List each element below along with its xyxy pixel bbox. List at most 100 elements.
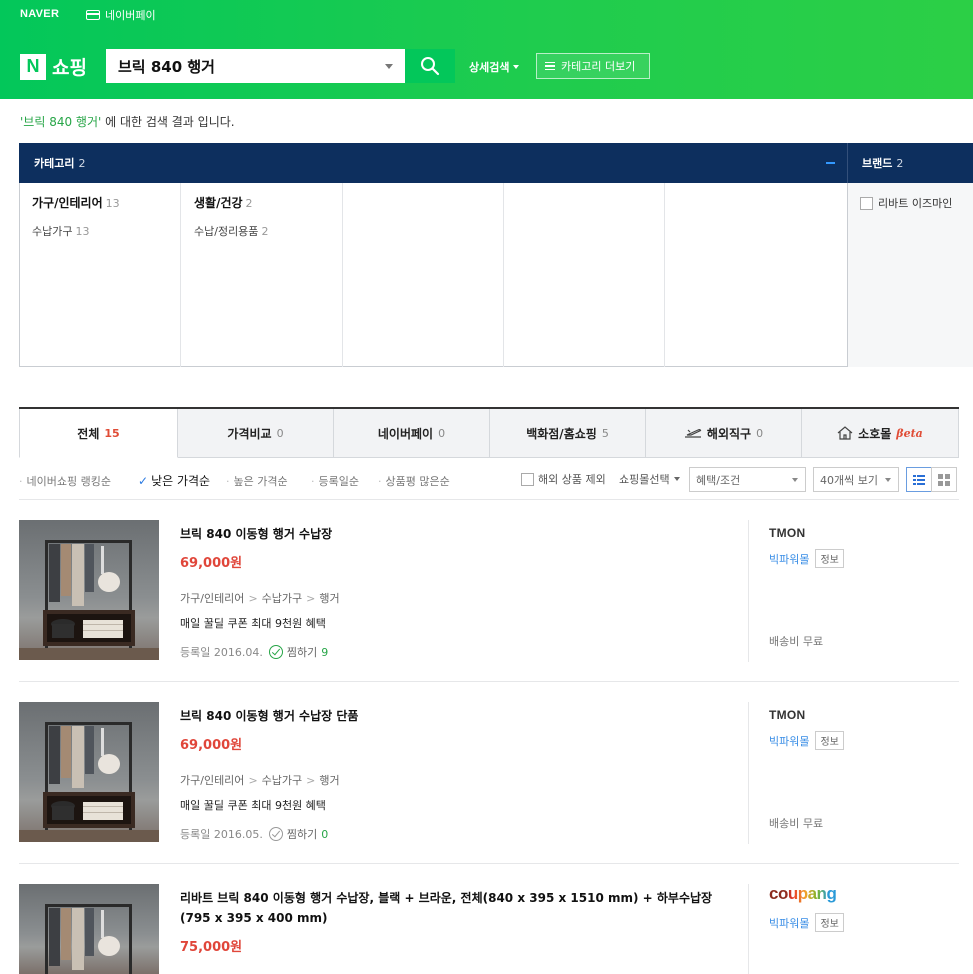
subcategory-link-storage-furniture[interactable]: 수납가구 13 [32, 223, 89, 239]
mall-info-button[interactable]: 정보 [815, 549, 844, 568]
brand-count: 2 [896, 156, 904, 170]
category-crumb[interactable]: 행거 [319, 774, 339, 787]
tab-overseas[interactable]: 해외직구 0 [646, 409, 802, 458]
tab-label: 전체 [77, 426, 100, 441]
category-more-button[interactable]: 카테고리 더보기 [536, 53, 650, 79]
category-column-empty [665, 183, 847, 367]
tab-department-store[interactable]: 백화점/홈쇼핑 5 [490, 409, 646, 458]
brand-checkbox-livart[interactable]: 리바트 이즈마인 [860, 195, 952, 211]
subcategory-count: 13 [75, 225, 90, 238]
tab-naver-pay[interactable]: 네이버페이 0 [334, 409, 490, 458]
mall-name-link[interactable]: 빅파워몰 [769, 733, 809, 749]
category-crumb[interactable]: 가구/인테리어 [180, 774, 244, 787]
wish-count: 9 [321, 645, 329, 659]
result-keyword: '브릭 840 행거' [20, 115, 102, 129]
brand-list: 리바트 이즈마인 [847, 183, 973, 367]
product-title-link[interactable]: 브릭 840 이동형 행거 수납장 단품 [180, 706, 740, 726]
mall-logo-tmon[interactable]: TMON [769, 526, 806, 540]
wish-label: 찜하기 [286, 646, 318, 659]
subcategory-count: 2 [261, 225, 269, 238]
checkbox[interactable] [521, 472, 534, 486]
product-thumbnail[interactable] [19, 884, 159, 974]
detail-search-button[interactable]: 상세검색 [469, 59, 520, 75]
mall-info-button[interactable]: 정보 [815, 913, 844, 932]
category-link-furniture[interactable]: 가구/인테리어 13 [32, 194, 120, 211]
category-link-living[interactable]: 생활/건강 2 [194, 194, 253, 211]
search-result-summary: '브릭 840 행거' 에 대한 검색 결과 입니다. [20, 113, 235, 130]
wish-button[interactable]: 찜하기 0 [268, 826, 329, 842]
mall-select-dropdown[interactable]: 쇼핑몰선택 [619, 471, 680, 487]
mall-name: 빅파워몰 정보 [769, 731, 844, 750]
search-button[interactable] [405, 49, 455, 83]
brand-name: 리바트 이즈마인 [878, 197, 953, 210]
subcategory-link-storage-goods[interactable]: 수납/정리용품 2 [194, 223, 268, 239]
tab-all[interactable]: 전체 15 [19, 409, 178, 458]
sort-ranking[interactable]: · 네이버쇼핑 랭킹순 [19, 473, 111, 489]
subcategory-name: 수납/정리용품 [194, 225, 259, 238]
collapse-icon[interactable] [826, 162, 835, 164]
sort-low-price[interactable]: ✓ 낮은 가격순 [138, 472, 210, 489]
category-count: 2 [78, 156, 86, 170]
tab-price-compare[interactable]: 가격비교 0 [178, 409, 334, 458]
search-icon [421, 57, 440, 76]
mall-name: 빅파워몰 정보 [769, 913, 844, 932]
chevron-down-icon [513, 65, 520, 69]
shipping-info: 배송비 무료 [769, 817, 824, 830]
category-title: 카테고리 [34, 157, 75, 170]
sort-high-price[interactable]: · 높은 가격순 [226, 473, 288, 489]
grid-view-button[interactable] [931, 467, 957, 492]
sort-registered[interactable]: · 등록일순 [311, 473, 359, 489]
product-thumbnail[interactable] [19, 520, 159, 660]
sort-label: 상품평 많은순 [385, 475, 450, 488]
mall-name-link[interactable]: 빅파워몰 [769, 915, 809, 931]
wish-count: 0 [321, 827, 329, 841]
sort-label: 높은 가격순 [233, 475, 288, 488]
exclude-overseas-option[interactable]: 해외 상품 제외 [521, 471, 606, 487]
airplane-icon [684, 429, 702, 438]
product-category-path: 가구/인테리어 > 수납가구 > 행거 [180, 774, 340, 787]
tab-label: 해외직구 [706, 426, 752, 441]
category-item-count: 13 [105, 197, 120, 210]
category-crumb[interactable]: 수납가구 [262, 592, 302, 605]
tab-label: 소호몰 [858, 426, 892, 441]
mall-logo-text: coupang [769, 884, 837, 903]
shopping-logo[interactable]: N 쇼핑 [20, 53, 87, 80]
product-thumbnail[interactable] [19, 702, 159, 842]
mall-name: 빅파워몰 정보 [769, 549, 844, 568]
naver-n-logo: N [20, 53, 46, 80]
naver-pay-link[interactable]: 네이버페이 [86, 7, 156, 23]
registered-date: 등록일 2016.05. [180, 828, 263, 841]
search-input[interactable] [118, 57, 378, 75]
product-meta: 등록일 2016.05. 찜하기 0 [180, 826, 328, 842]
mall-info-button[interactable]: 정보 [815, 731, 844, 750]
checkbox[interactable] [860, 196, 873, 210]
autocomplete-toggle-icon[interactable] [385, 64, 393, 69]
category-crumb[interactable]: 행거 [319, 592, 339, 605]
mall-name-link[interactable]: 빅파워몰 [769, 551, 809, 567]
category-crumb[interactable]: 가구/인테리어 [180, 592, 244, 605]
registered-date: 등록일 2016.04. [180, 646, 263, 659]
mall-logo-coupang[interactable]: coupang [769, 884, 837, 904]
divider [748, 520, 749, 662]
page-size-select[interactable]: 40개씩 보기 [813, 467, 899, 492]
product-price: 69,000원 [180, 556, 243, 571]
category-crumb[interactable]: 수납가구 [262, 774, 302, 787]
mall-select-label: 쇼핑몰선택 [619, 473, 670, 486]
result-tabs: 전체 15 가격비교 0 네이버페이 0 백화점/홈쇼핑 5 해외직구 0 소호… [19, 407, 959, 458]
mall-logo-tmon[interactable]: TMON [769, 708, 806, 722]
wish-check-icon [268, 827, 283, 841]
exclude-overseas-label: 해외 상품 제외 [538, 473, 606, 486]
category-column: 생활/건강 2 수납/정리용품 2 [181, 183, 343, 367]
benefit-select[interactable]: 혜택/조건 [689, 467, 806, 492]
sort-reviews[interactable]: · 상품평 많은순 [378, 473, 450, 489]
wish-button[interactable]: 찜하기 9 [268, 644, 329, 660]
tab-soho-mall[interactable]: 소호몰 βeta [802, 409, 959, 458]
product-price: 75,000원 [180, 940, 243, 955]
tab-count: 15 [104, 426, 120, 440]
product-title-link[interactable]: 리바트 브릭 840 이동형 행거 수납장, 블랙 + 브라운, 전체(840 … [180, 888, 740, 928]
naver-pay-label: 네이버페이 [105, 9, 156, 22]
product-title-link[interactable]: 브릭 840 이동형 행거 수납장 [180, 524, 740, 544]
naver-home-link[interactable]: NAVER [20, 8, 59, 20]
list-view-button[interactable] [906, 467, 932, 492]
tab-count: 5 [601, 426, 609, 440]
